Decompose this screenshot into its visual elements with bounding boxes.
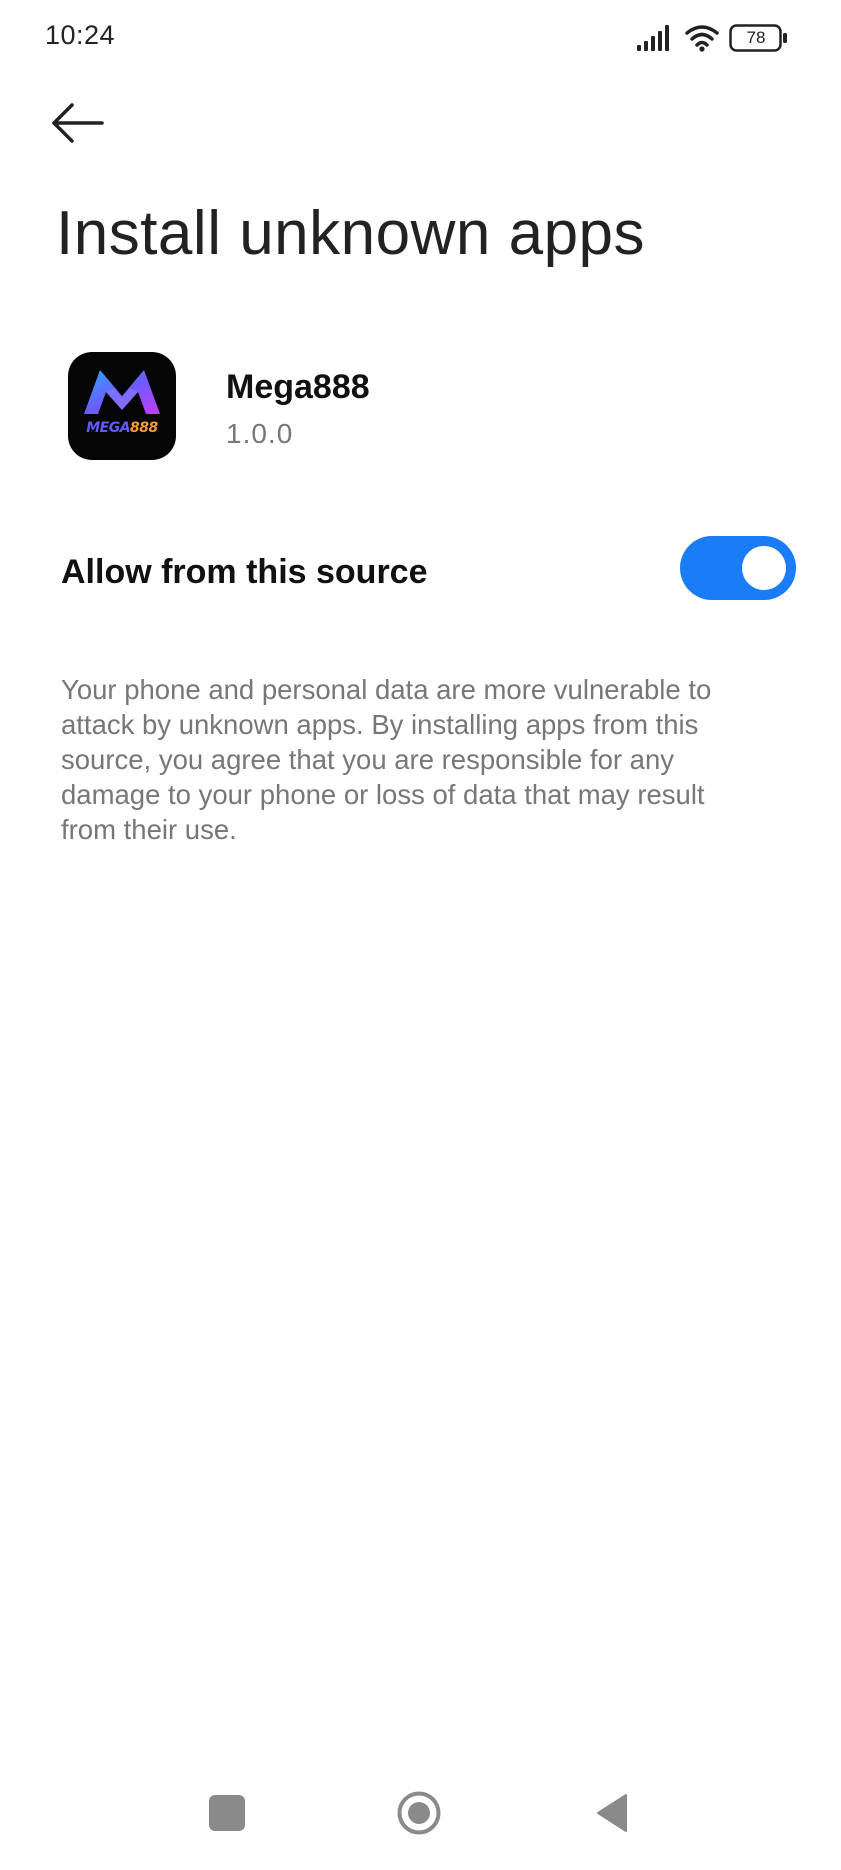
status-time: 10:24 bbox=[45, 20, 116, 50]
arrow-left-icon bbox=[52, 103, 104, 143]
allow-from-source-toggle[interactable] bbox=[680, 536, 796, 600]
back-button[interactable] bbox=[50, 98, 110, 148]
app-version: 1.0.0 bbox=[226, 418, 294, 449]
page-title: Install unknown apps bbox=[56, 199, 646, 268]
allow-from-source-row[interactable]: Allow from this source bbox=[60, 536, 796, 600]
app-icon-logo-text: MEGA888 bbox=[86, 420, 158, 436]
recents-icon[interactable] bbox=[209, 1795, 245, 1831]
back-icon[interactable] bbox=[594, 1792, 630, 1834]
battery-icon: 78 bbox=[729, 24, 789, 52]
app-info: MEGA888 Mega888 1.0.0 bbox=[68, 352, 788, 462]
warning-description: Your phone and personal data are more vu… bbox=[61, 674, 712, 845]
wifi-icon bbox=[685, 24, 719, 52]
battery-level: 78 bbox=[746, 28, 766, 47]
navigation-bar bbox=[0, 1770, 841, 1870]
mega888-app-icon: MEGA888 bbox=[68, 352, 176, 460]
home-icon[interactable] bbox=[396, 1790, 442, 1836]
toggle-knob bbox=[742, 546, 786, 590]
status-bar: 10:24 78 bbox=[0, 0, 841, 72]
app-name: Mega888 bbox=[226, 368, 370, 406]
status-icons: 78 bbox=[637, 22, 789, 54]
allow-from-source-label: Allow from this source bbox=[61, 553, 428, 591]
signal-icon bbox=[637, 25, 675, 51]
